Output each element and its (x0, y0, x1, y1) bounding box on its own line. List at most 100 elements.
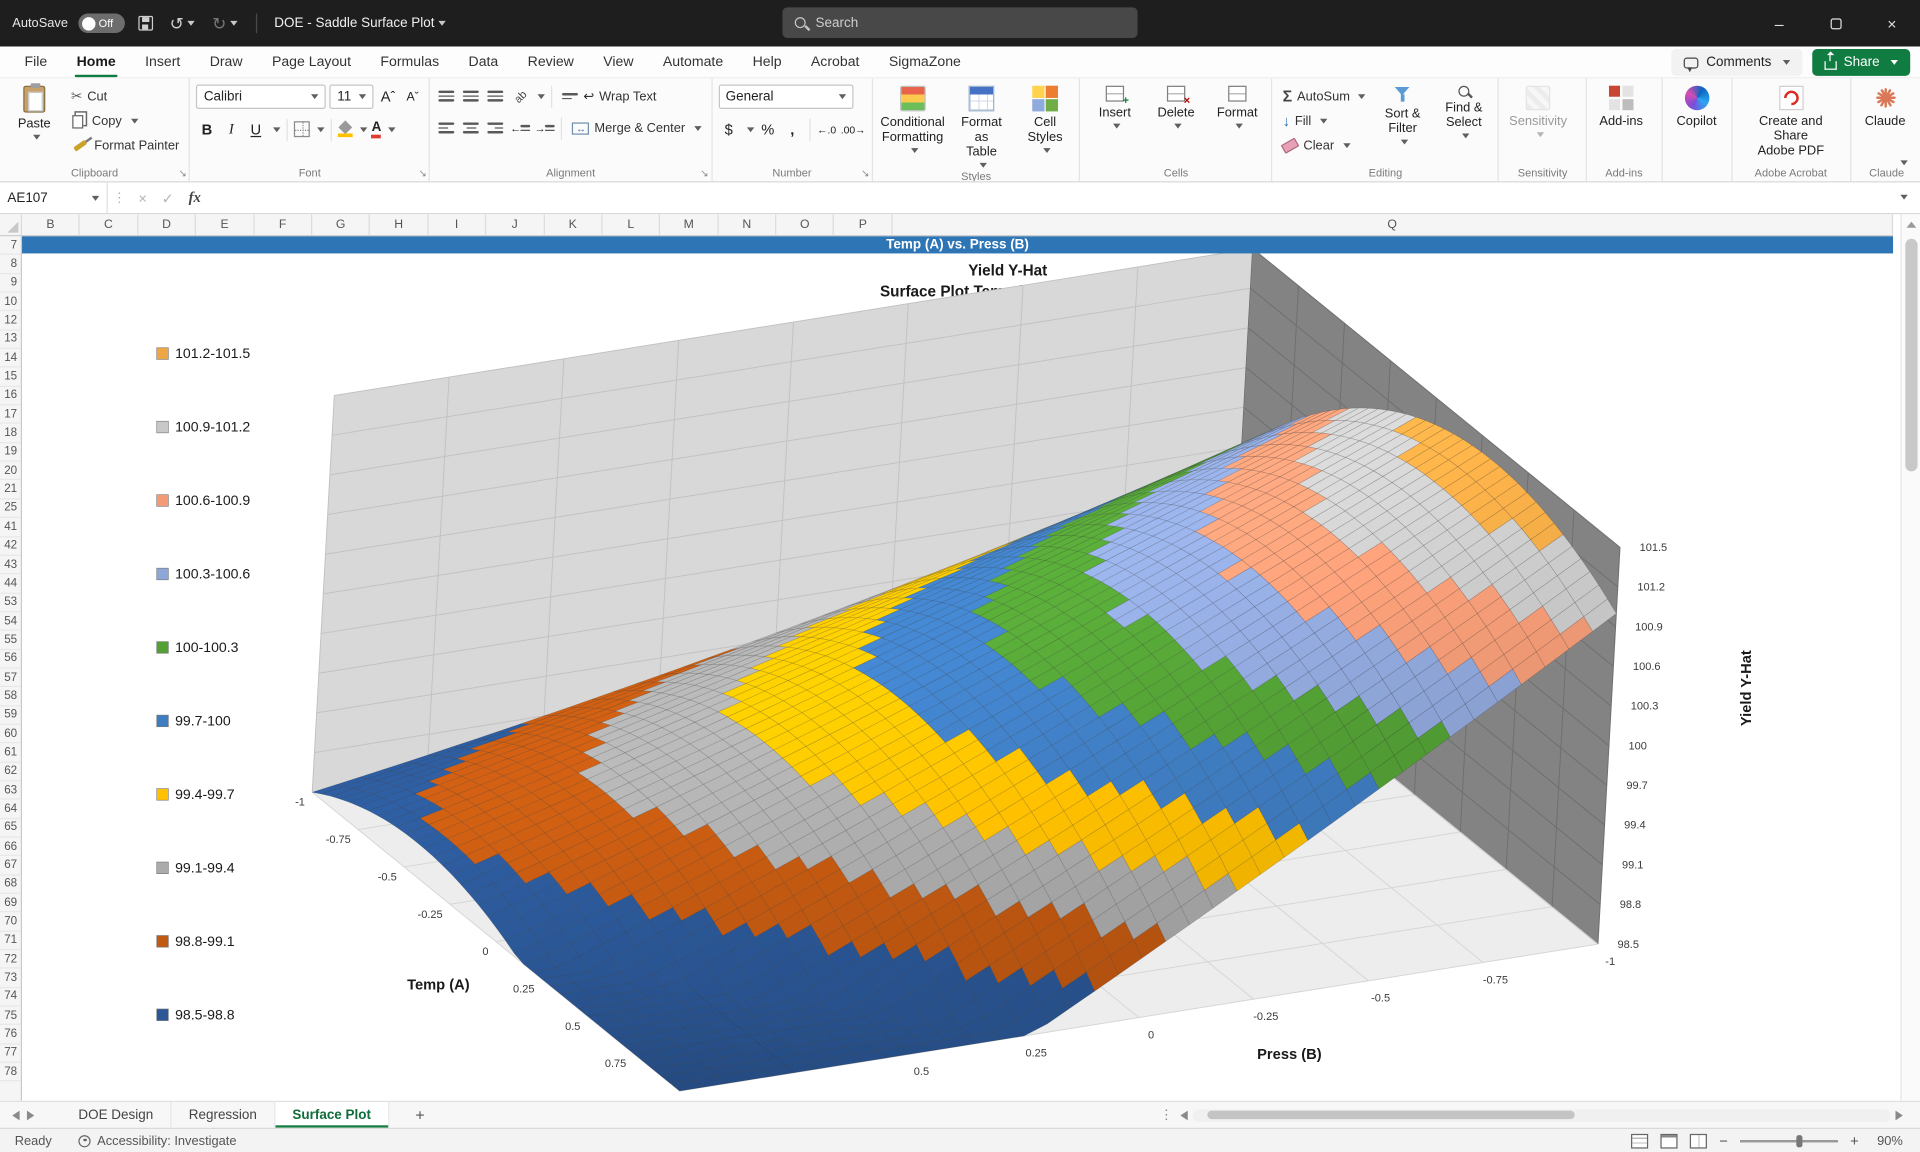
formula-input[interactable] (208, 182, 1896, 213)
currency-button[interactable]: $ (718, 118, 739, 141)
undo-button[interactable]: ↺ (166, 13, 199, 34)
save-button[interactable] (134, 16, 156, 31)
collapse-ribbon-button[interactable] (1897, 152, 1908, 174)
horizontal-scrollbar[interactable] (1180, 1109, 1902, 1121)
row-header-7[interactable]: 7 (0, 236, 21, 255)
italic-button[interactable]: I (221, 118, 242, 141)
autosave-toggle[interactable]: Off (78, 13, 125, 33)
increase-decimal-button[interactable]: ←.0 (816, 118, 837, 141)
enter-icon[interactable]: ✓ (154, 189, 181, 206)
merge-center-button[interactable]: ↔Merge & Center (569, 116, 705, 139)
ribbon-tab-data[interactable]: Data (454, 47, 513, 78)
ribbon-tab-home[interactable]: Home (62, 47, 131, 78)
row-header-54[interactable]: 54 (0, 612, 21, 631)
chart-area[interactable]: Yield Y-HatSurface Plot Temp (A) vs. Pre… (22, 253, 1893, 1100)
row-header-76[interactable]: 76 (0, 1025, 21, 1044)
orientation-button[interactable]: ab (510, 84, 531, 107)
column-header-O[interactable]: O (776, 214, 834, 235)
copy-button[interactable]: Copy (67, 109, 183, 132)
row-header-43[interactable]: 43 (0, 556, 21, 575)
select-all-corner[interactable] (0, 214, 22, 236)
redo-button[interactable]: ↻ (209, 13, 242, 34)
clipboard-dialog-launcher[interactable]: ↘ (178, 168, 186, 179)
ribbon-tab-draw[interactable]: Draw (195, 47, 257, 78)
share-button[interactable]: Share (1812, 49, 1910, 76)
zoom-out-button[interactable]: − (1719, 1132, 1728, 1149)
column-header-I[interactable]: I (428, 214, 486, 235)
row-header-57[interactable]: 57 (0, 668, 21, 687)
row-header-13[interactable]: 13 (0, 330, 21, 349)
align-top-button[interactable] (436, 84, 457, 107)
row-header-8[interactable]: 8 (0, 255, 21, 274)
sheet-tab-doe-design[interactable]: DOE Design (61, 1102, 171, 1128)
zoom-level[interactable]: 90% (1871, 1133, 1903, 1148)
column-header-N[interactable]: N (718, 214, 776, 235)
column-header-K[interactable]: K (544, 214, 602, 235)
column-header-M[interactable]: M (660, 214, 718, 235)
align-left-button[interactable] (436, 116, 457, 139)
ribbon-tab-formulas[interactable]: Formulas (366, 47, 454, 78)
row-header-75[interactable]: 75 (0, 1007, 21, 1026)
decrease-font-button[interactable]: Aˇ (402, 85, 423, 108)
row-header-63[interactable]: 63 (0, 781, 21, 800)
tab-overflow-icon[interactable]: ⋮ (1160, 1107, 1173, 1123)
delete-cells-button[interactable]: × Delete (1148, 81, 1204, 165)
ribbon-tab-insert[interactable]: Insert (130, 47, 195, 78)
column-header-D[interactable]: D (138, 214, 196, 235)
row-header-18[interactable]: 18 (0, 424, 21, 443)
font-dialog-launcher[interactable]: ↘ (418, 168, 426, 179)
ribbon-tab-sigmazone[interactable]: SigmaZone (874, 47, 975, 78)
banner-cell[interactable]: Temp (A) vs. Press (B) (22, 236, 1893, 253)
ribbon-tab-page-layout[interactable]: Page Layout (257, 47, 365, 78)
percent-button[interactable]: % (757, 118, 778, 141)
close-button[interactable]: × (1864, 0, 1920, 47)
row-header-65[interactable]: 65 (0, 819, 21, 838)
format-as-table-button[interactable]: Format as Table (951, 81, 1012, 169)
undo-dropdown-icon[interactable] (188, 21, 195, 26)
insert-cells-button[interactable]: + Insert (1087, 81, 1143, 165)
increase-indent-button[interactable]: → (534, 116, 555, 139)
row-header-9[interactable]: 9 (0, 274, 21, 293)
row-header-21[interactable]: 21 (0, 481, 21, 500)
find-select-button[interactable]: Find & Select (1436, 81, 1492, 165)
row-header-14[interactable]: 14 (0, 349, 21, 368)
sheet-tab-regression[interactable]: Regression (172, 1102, 276, 1128)
row-header-42[interactable]: 42 (0, 537, 21, 556)
column-header-C[interactable]: C (80, 214, 138, 235)
align-right-button[interactable] (485, 116, 506, 139)
row-header-70[interactable]: 70 (0, 913, 21, 932)
row-header-67[interactable]: 67 (0, 856, 21, 875)
row-header-62[interactable]: 62 (0, 762, 21, 781)
sort-filter-button[interactable]: Sort & Filter (1374, 81, 1430, 165)
name-box[interactable]: AE107 (0, 182, 108, 213)
addins-button[interactable]: Add-ins (1593, 81, 1649, 165)
font-size-select[interactable]: 11 (330, 84, 374, 108)
row-header-56[interactable]: 56 (0, 650, 21, 669)
font-family-select[interactable]: Calibri (196, 84, 326, 108)
minimize-button[interactable]: – (1751, 0, 1807, 47)
scroll-left-icon[interactable] (1180, 1110, 1187, 1120)
alignment-dialog-launcher[interactable]: ↘ (700, 168, 708, 179)
page-break-view-button[interactable] (1690, 1133, 1707, 1148)
column-header-E[interactable]: E (196, 214, 254, 235)
row-header-59[interactable]: 59 (0, 706, 21, 725)
row-header-74[interactable]: 74 (0, 988, 21, 1007)
row-header-25[interactable]: 25 (0, 499, 21, 518)
horizontal-scroll-thumb[interactable] (1207, 1111, 1574, 1120)
fill-button[interactable]: ↓Fill (1279, 109, 1370, 132)
ribbon-tab-review[interactable]: Review (513, 47, 589, 78)
ribbon-tab-acrobat[interactable]: Acrobat (796, 47, 874, 78)
row-header-64[interactable]: 64 (0, 800, 21, 819)
underline-button[interactable]: U (245, 118, 266, 141)
row-header-10[interactable]: 10 (0, 293, 21, 312)
redo-dropdown-icon[interactable] (230, 21, 237, 26)
row-header-12[interactable]: 12 (0, 311, 21, 330)
scroll-up-icon[interactable] (1907, 222, 1917, 228)
ribbon-tab-automate[interactable]: Automate (648, 47, 738, 78)
column-header-G[interactable]: G (312, 214, 370, 235)
cancel-icon[interactable]: × (131, 189, 154, 206)
row-header-15[interactable]: 15 (0, 368, 21, 387)
vertical-scrollbar[interactable] (1900, 214, 1920, 1101)
number-dialog-launcher[interactable]: ↘ (861, 168, 869, 179)
align-bottom-button[interactable] (485, 84, 506, 107)
